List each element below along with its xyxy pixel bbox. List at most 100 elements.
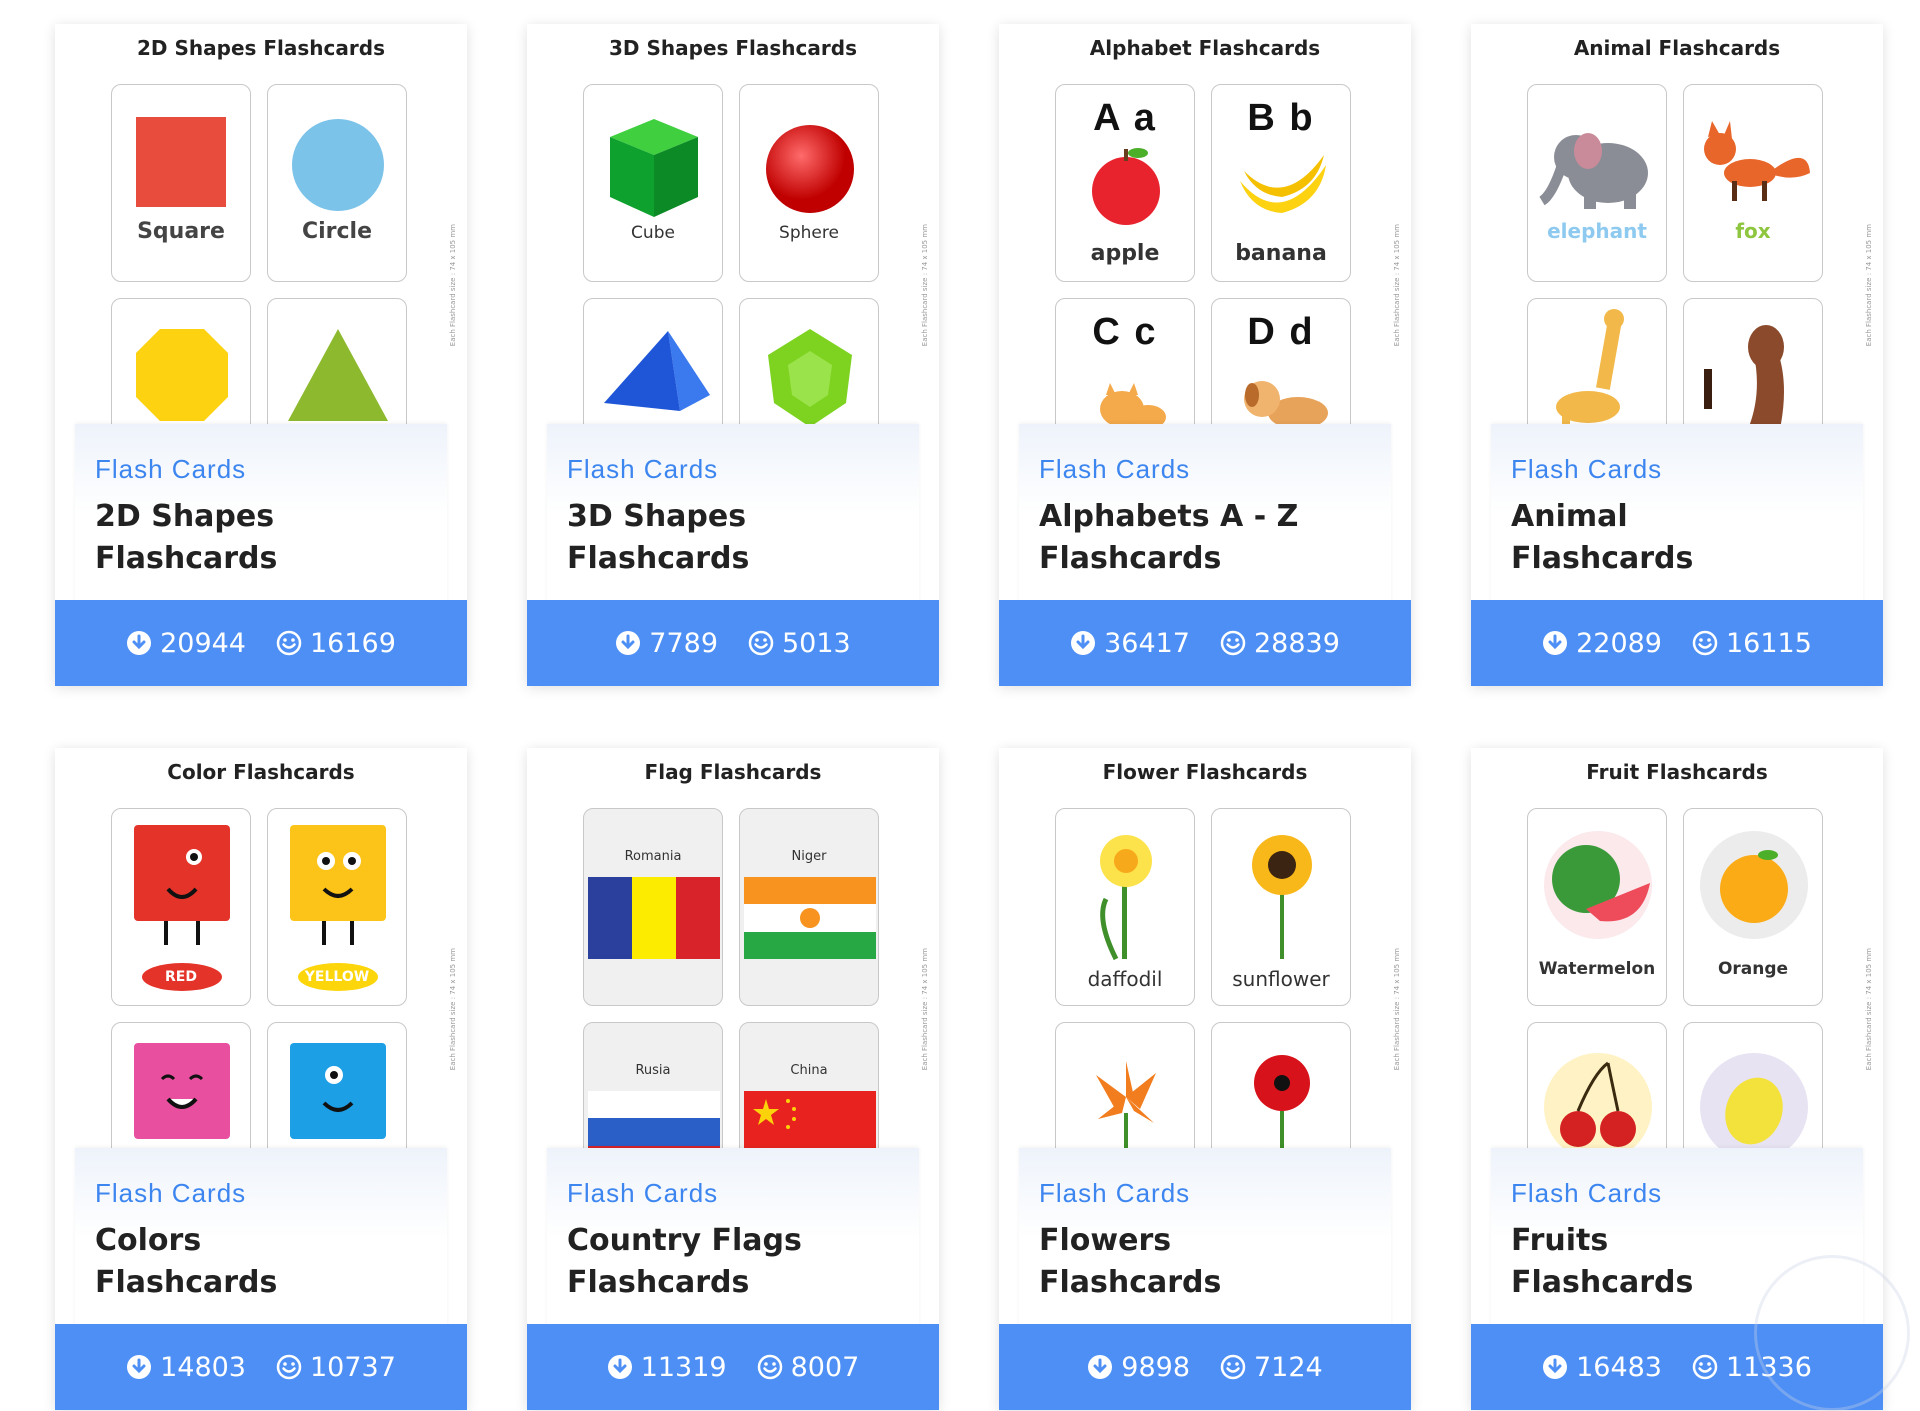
- like-count: 5013: [748, 628, 851, 659]
- smiley-icon: [1220, 1354, 1246, 1380]
- mini-label: Square: [137, 219, 225, 244]
- card-preview[interactable]: Flag Flashcards Each Flashcard size : 74…: [527, 748, 939, 1148]
- polyhedron-shape-icon: [768, 329, 852, 424]
- lily-icon: [1096, 1061, 1156, 1148]
- preview-title: Fruit Flashcards: [1586, 760, 1768, 784]
- square-shape-icon: [136, 117, 226, 207]
- mini-card-red: RED: [111, 808, 251, 1006]
- card-preview[interactable]: Flower Flashcards Each Flashcard size : …: [999, 748, 1411, 1148]
- mini-card-sphere: Sphere: [739, 84, 879, 282]
- card-preview[interactable]: 2D Shapes Flashcards Each Flashcard size…: [55, 24, 467, 424]
- card-preview[interactable]: 3D Shapes Flashcards Each Flashcard size…: [527, 24, 939, 424]
- mini-card-octagon: [111, 298, 251, 424]
- download-circle-icon: [1071, 631, 1096, 655]
- size-note: Each Flashcard size : 74 x 105 mm: [449, 948, 457, 1071]
- mini-letter: A a: [1093, 97, 1157, 139]
- flashcard-card-colors[interactable]: Color Flashcards Each Flashcard size : 7…: [55, 748, 467, 1410]
- mini-label: RED: [165, 969, 197, 985]
- card-title[interactable]: Alphabets A - Z Flashcards: [1039, 496, 1379, 580]
- card-preview[interactable]: Color Flashcards Each Flashcard size : 7…: [55, 748, 467, 1148]
- mini-letter: B b: [1247, 97, 1315, 139]
- download-circle-icon: [616, 631, 641, 655]
- download-count: 11319: [607, 1352, 727, 1383]
- download-circle-icon: [607, 1355, 632, 1379]
- size-note: Each Flashcard size : 74 x 105 mm: [1865, 948, 1873, 1071]
- mini-card-b: B b banana: [1211, 84, 1351, 282]
- mini-card-russia: Rusia: [583, 1022, 723, 1148]
- download-circle-icon: [1543, 631, 1568, 655]
- mini-card-blue: [267, 1022, 407, 1148]
- mini-card-daffodil: daffodil: [1055, 808, 1195, 1006]
- size-note: Each Flashcard size : 74 x 105 mm: [1865, 224, 1873, 347]
- pink-character-icon: [134, 1043, 230, 1139]
- card-subtitle: Flash Cards: [1511, 1178, 1663, 1208]
- card-preview[interactable]: Alphabet Flashcards Each Flashcard size …: [999, 24, 1411, 424]
- like-count: 7124: [1220, 1352, 1323, 1383]
- mini-card-poppy: [1211, 1022, 1351, 1148]
- mini-label: Cube: [631, 223, 675, 243]
- mini-card-circle: Circle: [267, 84, 407, 282]
- flashcard-card-alphabet[interactable]: Alphabet Flashcards Each Flashcard size …: [999, 24, 1411, 686]
- card-title[interactable]: 2D Shapes Flashcards: [95, 496, 435, 580]
- preview-title: 3D Shapes Flashcards: [609, 36, 857, 60]
- download-circle-icon: [1088, 1355, 1113, 1379]
- download-circle-icon: [127, 631, 152, 655]
- card-title[interactable]: Animal Flashcards: [1511, 496, 1851, 580]
- flashcard-card-3d-shapes[interactable]: 3D Shapes Flashcards Each Flashcard size…: [527, 24, 939, 686]
- card-title[interactable]: Fruits Flashcards: [1511, 1220, 1851, 1304]
- size-note: Each Flashcard size : 74 x 105 mm: [449, 224, 457, 347]
- mini-card-romania: Romania: [583, 808, 723, 1006]
- card-footer: 22089 16115: [1471, 600, 1883, 686]
- size-note: Each Flashcard size : 74 x 105 mm: [921, 948, 929, 1071]
- mini-card-a: A a apple: [1055, 84, 1195, 282]
- card-title[interactable]: Country Flags Flashcards: [567, 1220, 907, 1304]
- giraffe-icon: [1556, 309, 1624, 424]
- flashcard-card-flowers[interactable]: Flower Flashcards Each Flashcard size : …: [999, 748, 1411, 1410]
- smiley-icon: [276, 1354, 302, 1380]
- card-preview[interactable]: Animal Flashcards Each Flashcard size : …: [1471, 24, 1883, 424]
- smiley-icon: [1692, 630, 1718, 656]
- mini-label: Circle: [301, 219, 373, 244]
- card-preview[interactable]: Fruit Flashcards Each Flashcard size : 7…: [1471, 748, 1883, 1148]
- card-footer: 16483 11336: [1471, 1324, 1883, 1410]
- mini-card-lily: [1055, 1022, 1195, 1148]
- download-circle-icon: [127, 1355, 152, 1379]
- smiley-icon: [1692, 1354, 1718, 1380]
- romania-flag-icon: [588, 877, 720, 959]
- mini-card-cube: Cube: [583, 84, 723, 282]
- like-count: 10737: [276, 1352, 396, 1383]
- russia-flag-icon: [588, 1091, 720, 1148]
- mini-card-watermelon: Watermelon: [1527, 808, 1667, 1006]
- china-flag-icon: [744, 1091, 876, 1148]
- mini-label: daffodil: [1087, 967, 1163, 991]
- size-note: Each Flashcard size : 74 x 105 mm: [921, 224, 929, 347]
- mini-label: Orange: [1717, 959, 1789, 979]
- mini-card-sunflower: sunflower: [1211, 808, 1351, 1006]
- mini-card-niger: Niger: [739, 808, 879, 1006]
- flashcard-card-animal[interactable]: Animal Flashcards Each Flashcard size : …: [1471, 24, 1883, 686]
- poppy-icon: [1254, 1055, 1310, 1148]
- mini-card-yellow: YELLOW: [267, 808, 407, 1006]
- preview-title: Color Flashcards: [167, 760, 355, 784]
- download-count: 7789: [615, 628, 718, 659]
- card-title[interactable]: Flowers Flashcards: [1039, 1220, 1379, 1304]
- like-count: 8007: [757, 1352, 859, 1383]
- card-footer: 20944 16169: [55, 600, 467, 686]
- mini-label: sunflower: [1232, 967, 1330, 991]
- mini-card-horse: [1683, 298, 1823, 424]
- card-title[interactable]: 3D Shapes Flashcards: [567, 496, 907, 580]
- smiley-icon: [757, 1354, 782, 1380]
- download-count: 22089: [1542, 628, 1662, 659]
- mini-card-orange: Orange: [1683, 808, 1823, 1006]
- mini-label: banana: [1235, 241, 1327, 266]
- mini-card-pink: [111, 1022, 251, 1148]
- flashcard-card-flags[interactable]: Flag Flashcards Each Flashcard size : 74…: [527, 748, 939, 1410]
- flashcard-card-2d-shapes[interactable]: 2D Shapes Flashcards Each Flashcard size…: [55, 24, 467, 686]
- cherry-icon: [1544, 1053, 1652, 1148]
- smiley-icon: [1220, 630, 1246, 656]
- elephant-icon: [1539, 133, 1648, 209]
- cube-shape-icon: [610, 119, 698, 217]
- card-title[interactable]: Colors Flashcards: [95, 1220, 435, 1304]
- flashcard-card-fruits[interactable]: Fruit Flashcards Each Flashcard size : 7…: [1471, 748, 1883, 1410]
- size-note: Each Flashcard size : 74 x 105 mm: [1393, 224, 1401, 347]
